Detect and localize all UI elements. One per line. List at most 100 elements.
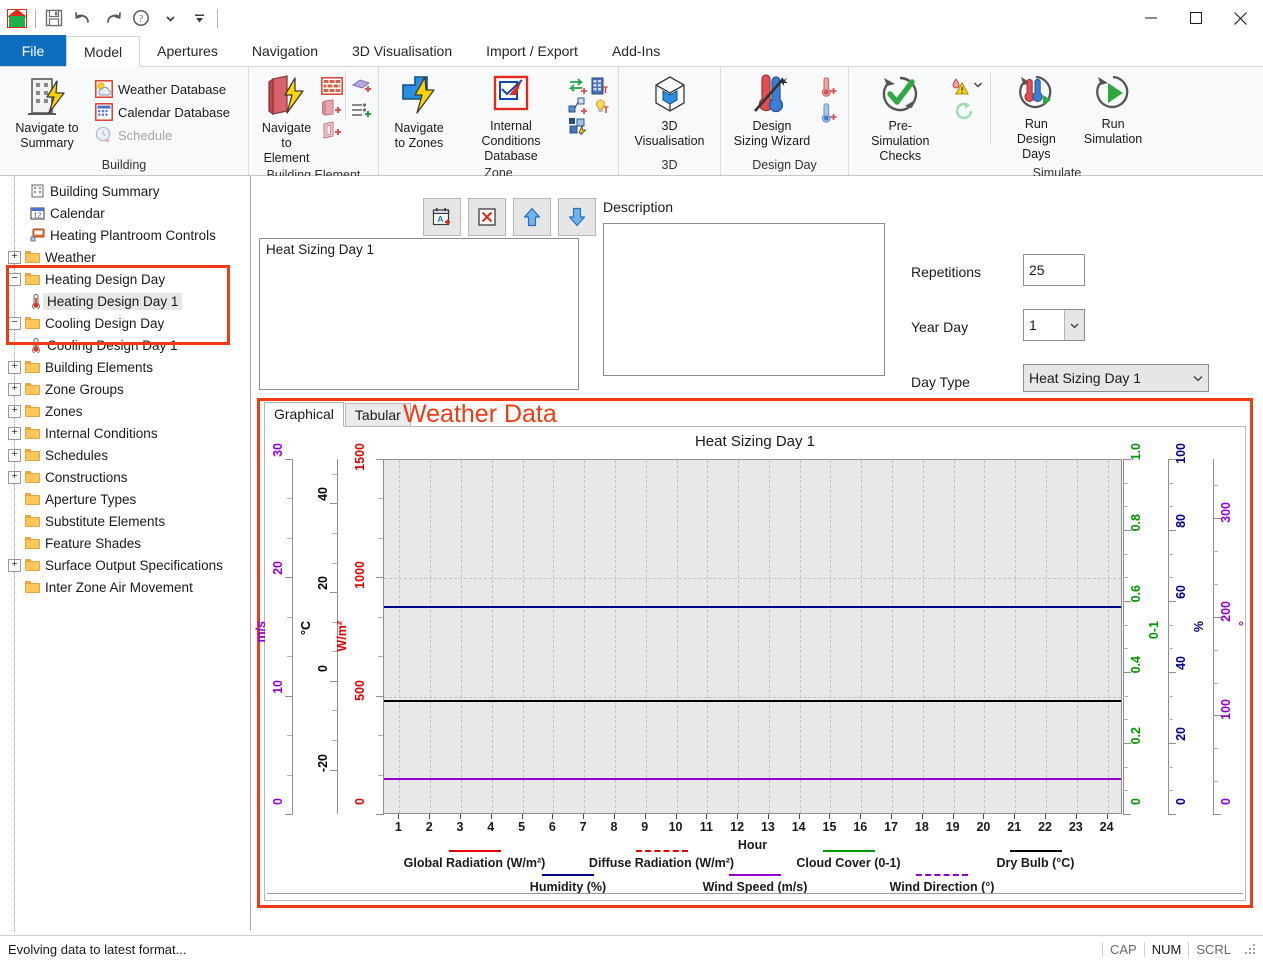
tab-navigation[interactable]: Navigation <box>235 35 335 66</box>
move-down-button[interactable] <box>558 198 596 236</box>
x-tick <box>675 814 677 819</box>
legend-item[interactable]: Diffuse Radiation (W/m²) <box>568 846 755 870</box>
3d-visualisation-button[interactable]: 3D Visualisation <box>624 71 715 151</box>
bulb-template-icon[interactable]: T <box>591 97 609 115</box>
run-design-days-button[interactable]: Run Design Days <box>998 71 1074 164</box>
legend-item[interactable]: Humidity (%) <box>475 870 662 894</box>
add-roof-icon[interactable] <box>351 77 373 95</box>
description-input[interactable] <box>603 223 885 376</box>
tree-item-cooling-design-day-1[interactable]: Cooling Design Day 1 <box>0 334 250 356</box>
add-item-button[interactable]: A <box>423 198 461 236</box>
tree-item-schedules[interactable]: + Schedules <box>0 444 250 466</box>
tree-expander[interactable]: + <box>8 382 21 396</box>
chevron-down-icon[interactable] <box>973 77 982 89</box>
tab-file[interactable]: File <box>0 35 66 66</box>
status-indicator-scrl[interactable]: SCRL <box>1188 942 1238 957</box>
internal-conditions-database-button[interactable]: Internal Conditions Database <box>456 71 566 166</box>
brick-wall-icon[interactable] <box>321 77 343 95</box>
year-day-select[interactable]: 1 <box>1023 309 1085 341</box>
day-type-select[interactable]: Heat Sizing Day 1 <box>1023 364 1209 392</box>
navigate-to-zones-button[interactable]: Navigate to Zones <box>384 71 454 153</box>
tab-add-ins[interactable]: Add-Ins <box>595 35 677 66</box>
add-list-icon[interactable] <box>351 101 373 119</box>
tree-expander[interactable]: + <box>8 404 21 418</box>
tab-import-export[interactable]: Import / Export <box>469 35 595 66</box>
status-indicator-cap[interactable]: CAP <box>1101 942 1144 957</box>
resize-grip[interactable] <box>1244 943 1257 956</box>
repetitions-input[interactable] <box>1023 254 1085 286</box>
pre-simulation-checks-button[interactable]: Pre-Simulation Checks <box>854 71 947 166</box>
legend-item[interactable]: Dry Bulb (°C) <box>942 846 1129 870</box>
tree-expander[interactable]: + <box>8 470 21 484</box>
tab-tabular[interactable]: Tabular <box>344 403 411 427</box>
minimize-button[interactable] <box>1128 0 1173 36</box>
tree-item-calendar[interactable]: 12 Calendar <box>0 202 250 224</box>
home-icon[interactable] <box>6 7 28 29</box>
tree-item-surface-output-specifications[interactable]: + Surface Output Specifications <box>0 554 250 576</box>
tree-expander[interactable]: + <box>8 360 21 374</box>
tree-item-heating-design-day[interactable]: − Heating Design Day <box>0 268 250 290</box>
tree-item-inter-zone-air-movement[interactable]: Inter Zone Air Movement <box>0 576 250 598</box>
list-item[interactable]: Heat Sizing Day 1 <box>260 239 578 260</box>
customize-toolbar-icon[interactable] <box>188 7 210 29</box>
gridline-vertical <box>830 460 832 813</box>
legend-item[interactable]: Cloud Cover (0-1) <box>755 846 942 870</box>
tree-item-heating-design-day-1[interactable]: Heating Design Day 1 <box>0 290 250 312</box>
year-day-label: Year Day <box>911 319 969 335</box>
undo-icon[interactable] <box>72 7 94 29</box>
legend-item[interactable]: Global Radiation (W/m²) <box>381 846 568 870</box>
tree-item-aperture-types[interactable]: Aperture Types <box>0 488 250 510</box>
network-zone-icon[interactable] <box>568 97 588 115</box>
swap-zone-icon[interactable] <box>568 77 588 95</box>
tree-expander[interactable]: + <box>8 558 21 572</box>
tree-item-building-elements[interactable]: + Building Elements <box>0 356 250 378</box>
tab-graphical[interactable]: Graphical <box>264 402 344 427</box>
tree-item-heating-plantroom-controls[interactable]: Heating Plantroom Controls <box>0 224 250 246</box>
tree-item-zones[interactable]: + Zones <box>0 400 250 422</box>
tab-model[interactable]: Model <box>66 36 141 67</box>
tree-item-zone-groups[interactable]: + Zone Groups <box>0 378 250 400</box>
status-indicator-num[interactable]: NUM <box>1143 942 1189 957</box>
move-up-button[interactable] <box>513 198 551 236</box>
refresh-icon[interactable] <box>954 101 976 121</box>
redo-icon[interactable] <box>101 7 123 29</box>
tree-item-cooling-design-day[interactable]: − Cooling Design Day <box>0 312 250 334</box>
help-icon[interactable]: ? <box>130 7 152 29</box>
assign-zone-icon[interactable] <box>568 117 588 135</box>
run-simulation-button[interactable]: Run Simulation <box>1076 71 1150 149</box>
tree-item-substitute-elements[interactable]: Substitute Elements <box>0 510 250 532</box>
weather-database-button[interactable]: Weather Database <box>91 79 234 99</box>
tree-item-internal-conditions[interactable]: + Internal Conditions <box>0 422 250 444</box>
add-cooling-design-day-icon[interactable] <box>820 103 838 123</box>
tree-expander[interactable]: − <box>8 316 21 330</box>
tree-item-constructions[interactable]: + Constructions <box>0 466 250 488</box>
tree-expander[interactable]: + <box>8 250 21 264</box>
navigate-to-summary-button[interactable]: Navigate to Summary <box>5 71 89 153</box>
design-sizing-wizard-button[interactable]: Design Sizing Wizard <box>726 71 818 151</box>
tree-item-feature-shades[interactable]: Feature Shades <box>0 532 250 554</box>
schedule-button[interactable]: Schedule <box>91 125 234 145</box>
zone-template-icon[interactable]: T <box>591 77 609 95</box>
tree-expander[interactable]: − <box>8 272 21 286</box>
close-button[interactable] <box>1218 0 1263 36</box>
add-wall-icon[interactable] <box>321 99 343 117</box>
save-icon[interactable] <box>43 7 65 29</box>
tab-3d-visualisation[interactable]: 3D Visualisation <box>335 35 469 66</box>
delete-item-button[interactable] <box>468 198 506 236</box>
chevron-down-icon[interactable] <box>159 7 181 29</box>
tab-apertures[interactable]: Apertures <box>140 35 235 66</box>
calendar-database-button[interactable]: Calendar Database <box>91 102 234 122</box>
legend-item[interactable]: Wind Direction (°) <box>849 870 1036 894</box>
tree-item-weather[interactable]: + Weather <box>0 246 250 268</box>
add-heating-design-day-icon[interactable] <box>820 77 838 97</box>
maximize-button[interactable] <box>1173 0 1218 36</box>
design-day-list[interactable]: Heat Sizing Day 1 <box>259 238 579 390</box>
tree-item-building-summary[interactable]: Building Summary <box>0 180 250 202</box>
tree-expander[interactable]: + <box>8 426 21 440</box>
navigate-to-element-button[interactable]: Navigate to Element <box>254 71 319 168</box>
tree-expander[interactable]: + <box>8 448 21 462</box>
axis-tick <box>376 814 384 815</box>
add-partition-icon[interactable] <box>321 121 343 139</box>
legend-item[interactable]: Wind Speed (m/s) <box>662 870 849 894</box>
warning-icon[interactable] <box>949 77 971 97</box>
